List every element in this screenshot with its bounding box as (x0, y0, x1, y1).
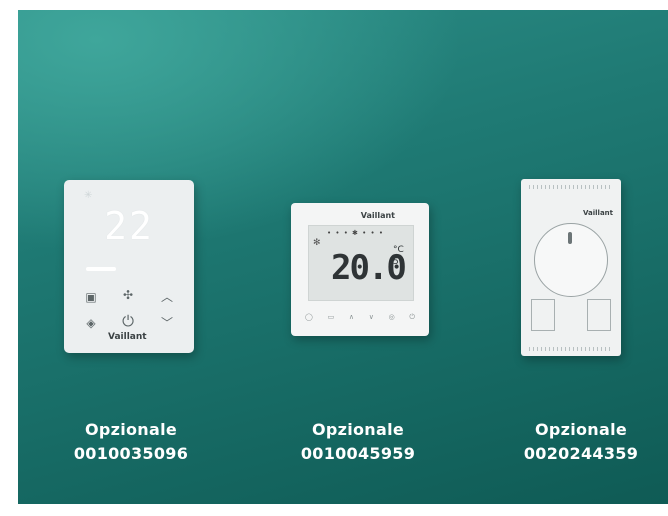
vent-bottom (529, 347, 613, 351)
switch-left[interactable] (531, 299, 555, 331)
temperature-unit: °C (393, 245, 404, 255)
product-label: Opzionale (534, 420, 628, 439)
product-code: 0010045959 (300, 444, 416, 463)
sun-icon: ✳ (84, 190, 93, 201)
chevron-up-icon[interactable]: ︿ (158, 288, 176, 305)
mode-icon[interactable]: ▣ (82, 290, 100, 304)
product-code: 0010035096 (73, 444, 189, 463)
brand-logo: Vaillant (108, 332, 147, 342)
menu-button-icon[interactable]: ▭ (328, 313, 335, 322)
down-button-icon[interactable]: ∧ (349, 313, 354, 322)
brand-logo: Vaillant (582, 209, 613, 217)
level-bar (86, 267, 116, 271)
chevron-down-icon[interactable]: ﹀ (158, 314, 176, 331)
product-label: Opzionale (84, 420, 178, 439)
power-icon[interactable]: ⏻ (119, 312, 137, 330)
product-label: Opzionale (311, 420, 405, 439)
product-code: 0020244359 (523, 444, 639, 463)
secondary-value: 50 (393, 257, 405, 267)
switch-right[interactable] (587, 299, 611, 331)
status-indicators: • • • ✱ • • • (327, 229, 384, 237)
thermostat-touch-display[interactable]: ✳ 22 ▣ ✣ ︿ ◈ ⏻ ﹀ Vaillant (64, 180, 194, 353)
product-caption-1: Opzionale 0010035096 (36, 418, 226, 466)
thermostat-lcd[interactable]: Vaillant • • • ✱ • • • ✻ 20.0 °C 50 ◯ ▭ … (291, 203, 429, 336)
temperature-display: 22 (104, 204, 154, 248)
secondary-display: °C 50 (393, 244, 404, 268)
thermostat-dial[interactable]: Vaillant (521, 179, 621, 356)
vent-top (529, 185, 613, 189)
lcd-screen: • • • ✱ • • • ✻ 20.0 °C 50 (308, 225, 414, 301)
brand-logo: Vaillant (360, 211, 395, 220)
drop-icon[interactable]: ◈ (82, 316, 100, 330)
product-caption-3: Opzionale 0020244359 (486, 418, 668, 466)
power-button-icon[interactable]: ⏻ (409, 313, 415, 322)
dial-pointer (568, 232, 572, 244)
fan-icon[interactable]: ✣ (119, 288, 137, 302)
button-row: ◯ ▭ ∧ ∨ ◎ ⏻ (305, 313, 415, 322)
snowflake-icon: ✻ (313, 238, 321, 248)
up-button-icon[interactable]: ∨ (369, 313, 374, 322)
fan-button-icon[interactable]: ◎ (389, 313, 395, 322)
mode-button-icon[interactable]: ◯ (305, 313, 313, 322)
product-caption-2: Opzionale 0010045959 (263, 418, 453, 466)
